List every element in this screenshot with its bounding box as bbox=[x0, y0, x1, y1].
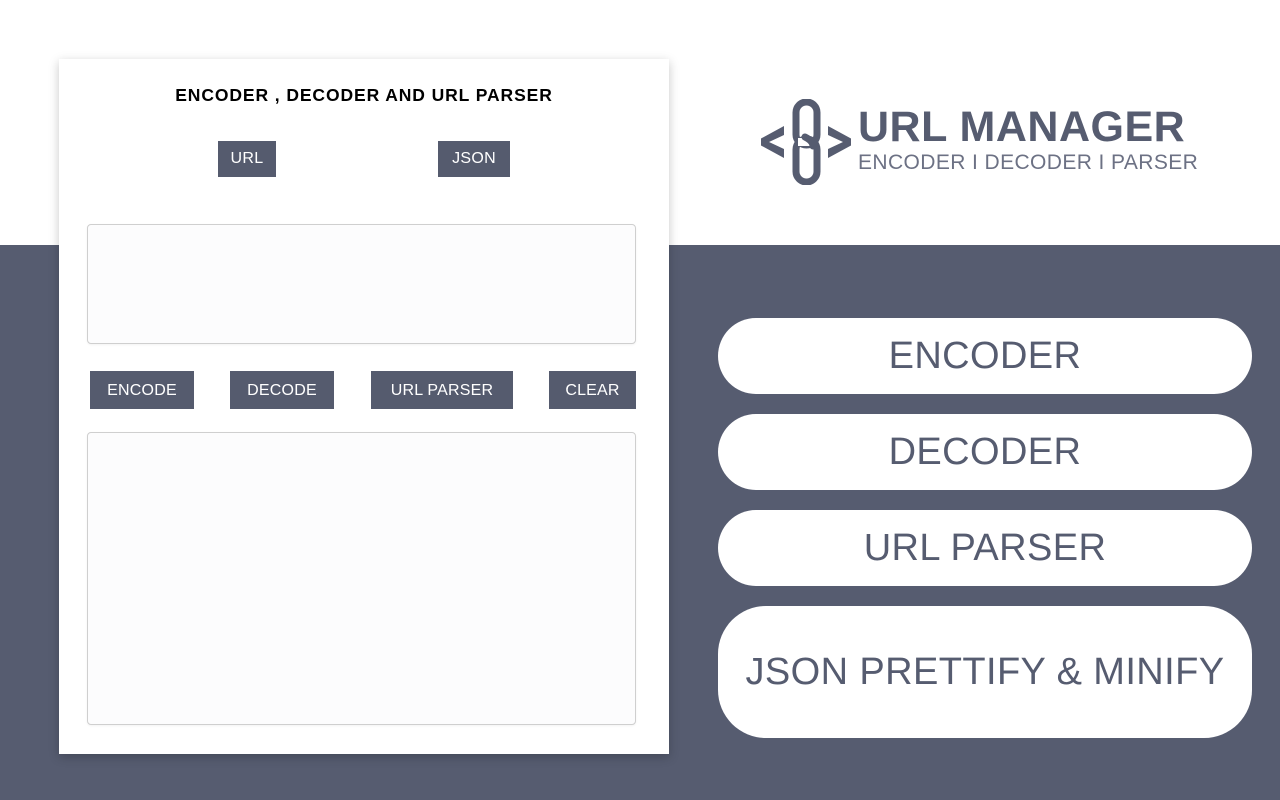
brand-text-block: URL MANAGER ENCODER I DECODER I PARSER bbox=[858, 106, 1198, 177]
encode-button[interactable]: ENCODE bbox=[90, 371, 194, 409]
nav-pill-group: ENCODER DECODER URL PARSER JSON PRETTIFY… bbox=[718, 318, 1252, 738]
nav-item-encoder[interactable]: ENCODER bbox=[718, 318, 1252, 394]
url-parser-button[interactable]: URL PARSER bbox=[371, 371, 513, 409]
clear-button[interactable]: CLEAR bbox=[549, 371, 636, 409]
tool-card: ENCODER , DECODER AND URL PARSER URL JSO… bbox=[59, 59, 669, 754]
tab-url[interactable]: URL bbox=[218, 141, 276, 177]
brand-subtitle: ENCODER I DECODER I PARSER bbox=[858, 151, 1199, 175]
input-textarea[interactable] bbox=[87, 224, 636, 344]
brand-title: URL MANAGER bbox=[858, 103, 1186, 152]
output-textarea[interactable] bbox=[87, 432, 636, 725]
mode-tab-group: URL JSON bbox=[59, 141, 669, 177]
brand-logo: URL MANAGER ENCODER I DECODER I PARSER bbox=[760, 96, 1200, 188]
action-button-group: ENCODE DECODE URL PARSER CLEAR bbox=[59, 371, 669, 411]
page-title: ENCODER , DECODER AND URL PARSER bbox=[175, 85, 553, 105]
nav-item-url-parser[interactable]: URL PARSER bbox=[718, 510, 1252, 586]
chain-link-icon bbox=[760, 98, 852, 186]
tab-json[interactable]: JSON bbox=[438, 141, 510, 177]
nav-item-decoder[interactable]: DECODER bbox=[718, 414, 1252, 490]
nav-item-json-prettify-minify[interactable]: JSON PRETTIFY & MINIFY bbox=[718, 606, 1252, 738]
decode-button[interactable]: DECODE bbox=[230, 371, 334, 409]
